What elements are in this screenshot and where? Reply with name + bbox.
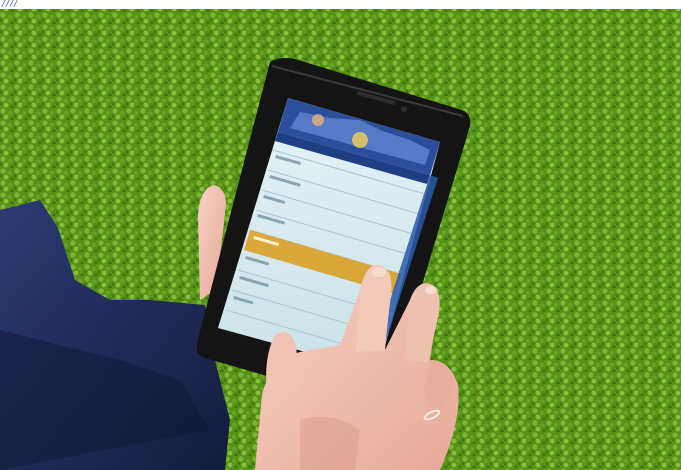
- photo-illustration: [0, 9, 681, 470]
- photo-scene: ////: [0, 0, 681, 470]
- corner-mark: ////: [2, 0, 19, 9]
- top-white-strip: [0, 0, 681, 9]
